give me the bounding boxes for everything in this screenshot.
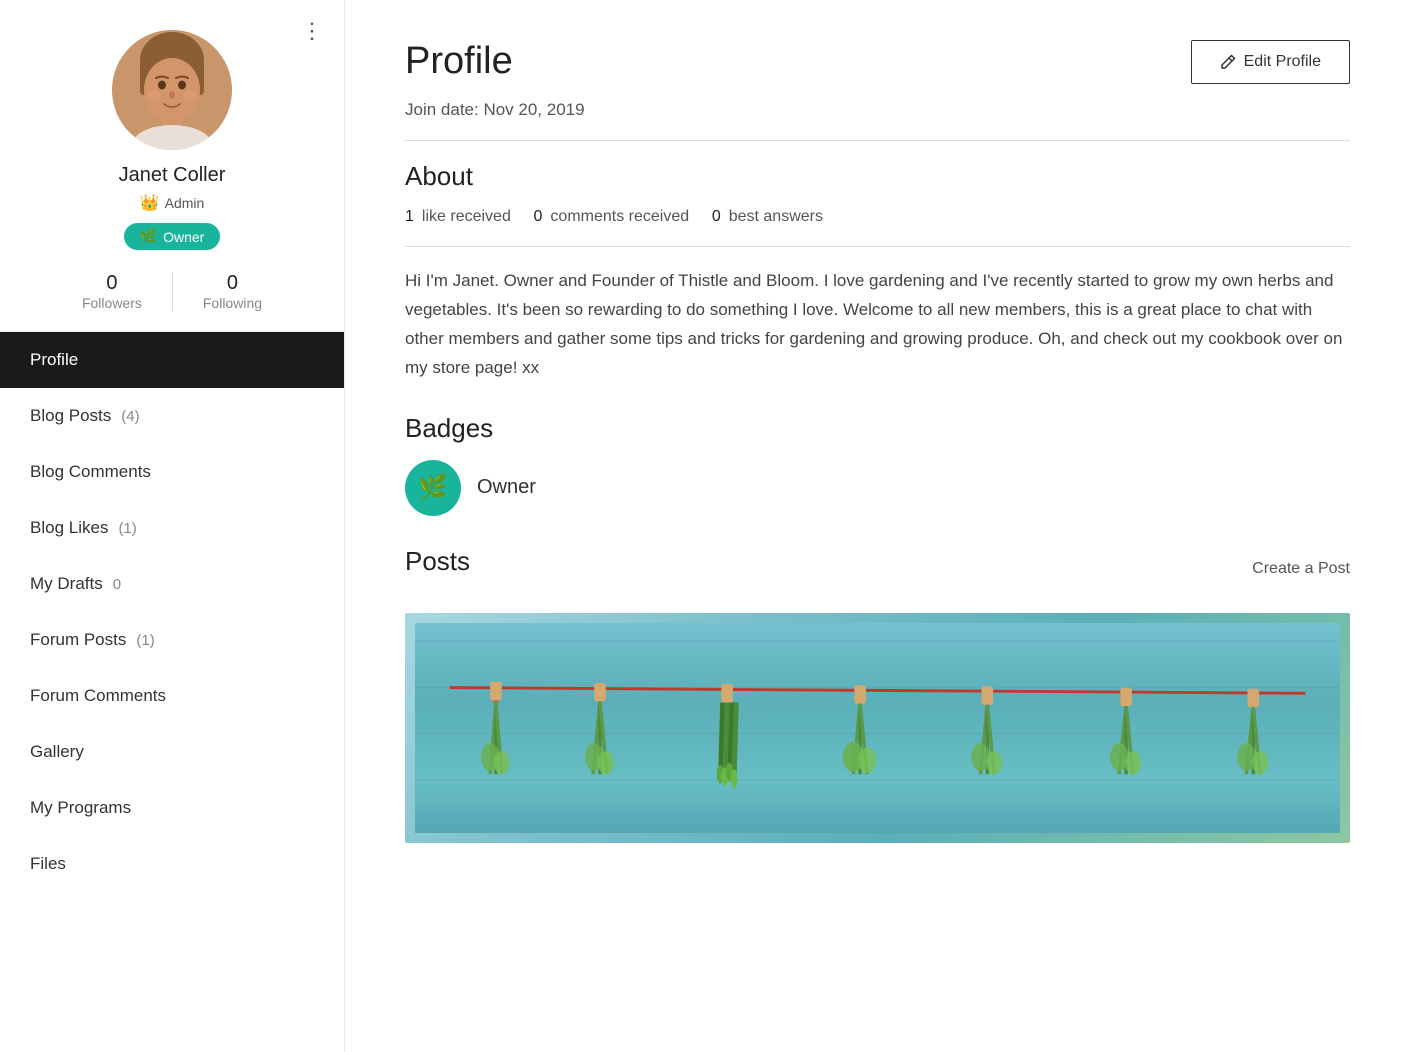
sidebar-item-forum-posts[interactable]: Forum Posts (1) (0, 612, 344, 668)
admin-label: Admin (165, 195, 205, 211)
badge-name: Owner (477, 476, 536, 499)
likes-received-count: 1 (405, 208, 414, 226)
sidebar-item-blog-comments[interactable]: Blog Comments (0, 444, 344, 500)
page-header: Profile Edit Profile (405, 40, 1350, 84)
edit-profile-button[interactable]: Edit Profile (1191, 40, 1350, 84)
avatar (112, 30, 232, 150)
profile-card: ⋮ (0, 0, 344, 332)
followers-stat[interactable]: 0 Followers (52, 272, 173, 311)
sidebar-item-label: Profile (30, 350, 78, 370)
post-image (405, 613, 1350, 843)
sidebar-item-badge: (1) (136, 632, 154, 649)
sidebar-item-my-drafts[interactable]: My Drafts 0 (0, 556, 344, 612)
sidebar-item-label: Forum Posts (30, 630, 126, 650)
sidebar-item-files[interactable]: Files (0, 836, 344, 892)
badge-icon: 🌿 (405, 460, 461, 516)
sidebar-item-label: Blog Likes (30, 518, 108, 538)
sidebar-item-label: My Programs (30, 798, 131, 818)
sidebar-item-gallery[interactable]: Gallery (0, 724, 344, 780)
sidebar-item-blog-posts[interactable]: Blog Posts (4) (0, 388, 344, 444)
comments-received-count: 0 (534, 208, 543, 226)
likes-received-label: like received (422, 208, 511, 226)
pencil-icon (1220, 54, 1236, 70)
sidebar-item-label: Blog Comments (30, 462, 151, 482)
main-content: Profile Edit Profile Join date: Nov 20, … (345, 0, 1410, 1052)
page-title: Profile (405, 40, 513, 83)
badges-section: Badges 🌿 Owner (405, 413, 1350, 516)
bio-text: Hi I'm Janet. Owner and Founder of Thist… (405, 267, 1350, 383)
posts-section-title: Posts (405, 546, 470, 577)
badge-leaf-icon: 🌿 (418, 473, 448, 502)
join-date: Join date: Nov 20, 2019 (405, 100, 1350, 120)
sidebar-item-label: My Drafts (30, 574, 103, 594)
posts-section: Posts Create a Post (405, 546, 1350, 843)
create-post-link[interactable]: Create a Post (1252, 560, 1350, 578)
posts-header: Posts Create a Post (405, 546, 1350, 593)
about-section-title: About (405, 161, 1350, 192)
sidebar: ⋮ (0, 0, 345, 1052)
edit-profile-label: Edit Profile (1244, 53, 1321, 71)
sidebar-nav: Profile Blog Posts (4) Blog Comments Blo… (0, 332, 344, 1052)
following-count: 0 (227, 272, 238, 295)
divider-1 (405, 140, 1350, 141)
divider-2 (405, 246, 1350, 247)
sidebar-item-badge: (1) (118, 520, 136, 537)
best-answers-count: 0 (712, 208, 721, 226)
followers-count: 0 (106, 272, 117, 295)
leaf-icon: 🌿 (140, 228, 157, 245)
crown-icon: 👑 (140, 193, 160, 213)
sidebar-item-label: Blog Posts (30, 406, 111, 426)
badges-section-title: Badges (405, 413, 1350, 444)
sidebar-item-blog-likes[interactable]: Blog Likes (1) (0, 500, 344, 556)
stats-row: 0 Followers 0 Following (52, 272, 292, 311)
about-stats: 1 like received 0 comments received 0 be… (405, 208, 1350, 226)
sidebar-item-my-programs[interactable]: My Programs (0, 780, 344, 836)
best-answers-label: best answers (729, 208, 823, 226)
sidebar-item-label: Gallery (30, 742, 84, 762)
sidebar-item-badge: 0 (113, 576, 121, 593)
following-stat[interactable]: 0 Following (173, 272, 292, 311)
admin-badge: 👑 Admin (140, 193, 205, 213)
user-name: Janet Coller (119, 164, 226, 187)
more-menu-button[interactable]: ⋮ (301, 20, 324, 42)
comments-received-label: comments received (550, 208, 689, 226)
sidebar-item-forum-comments[interactable]: Forum Comments (0, 668, 344, 724)
sidebar-item-label: Forum Comments (30, 686, 166, 706)
owner-badge: 🌿 Owner (124, 223, 221, 250)
following-label: Following (203, 295, 262, 311)
owner-label: Owner (163, 229, 204, 245)
sidebar-item-profile[interactable]: Profile (0, 332, 344, 388)
badge-item: 🌿 Owner (405, 460, 1350, 516)
followers-label: Followers (82, 295, 142, 311)
sidebar-item-label: Files (30, 854, 66, 874)
sidebar-item-badge: (4) (121, 408, 139, 425)
